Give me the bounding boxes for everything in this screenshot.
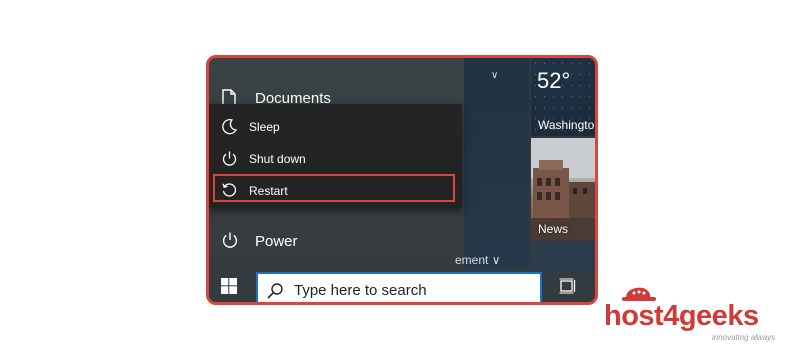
search-input[interactable] [294, 280, 534, 300]
taskbar [209, 270, 595, 302]
windows-start-button[interactable] [221, 278, 237, 299]
weather-temperature: 52° [537, 68, 571, 93]
logo-tagline: innovating always [712, 333, 776, 342]
tile-group-header[interactable]: ement ∨ [455, 253, 501, 267]
weather-tile[interactable]: 52° Washingto [531, 58, 595, 136]
windows-logo-icon [221, 278, 237, 294]
chevron-down-icon: ∨ [491, 253, 501, 267]
tile-placeholder [531, 242, 595, 270]
news-tile-label: News [538, 222, 569, 236]
host4geeks-logo: host4geeks innovating always [604, 282, 784, 352]
taskbar-search[interactable] [256, 272, 542, 302]
start-menu-middle-panel [464, 58, 529, 270]
power-icon [221, 231, 239, 254]
search-icon [266, 282, 284, 302]
sleep-option[interactable]: Sleep [209, 112, 462, 142]
news-tile[interactable]: News [531, 138, 595, 240]
shut-down-label: Shut down [249, 152, 306, 166]
windows-start-menu-screenshot: ∨ 52° Washingto News Documents Sleep Shu… [206, 55, 598, 305]
power-icon [221, 150, 238, 172]
chevron-down-icon[interactable]: ∨ [491, 70, 498, 81]
moon-icon [221, 118, 238, 140]
task-view-icon[interactable] [559, 278, 577, 299]
weather-city: Washingto [538, 118, 595, 132]
power-button[interactable]: Power [209, 223, 464, 257]
logo-text: host4geeks [604, 300, 759, 332]
tile-group-label: ement [455, 253, 489, 267]
restart-highlight-box [213, 174, 455, 202]
sleep-label: Sleep [249, 120, 280, 134]
shut-down-option[interactable]: Shut down [209, 144, 462, 174]
power-label: Power [255, 233, 298, 250]
